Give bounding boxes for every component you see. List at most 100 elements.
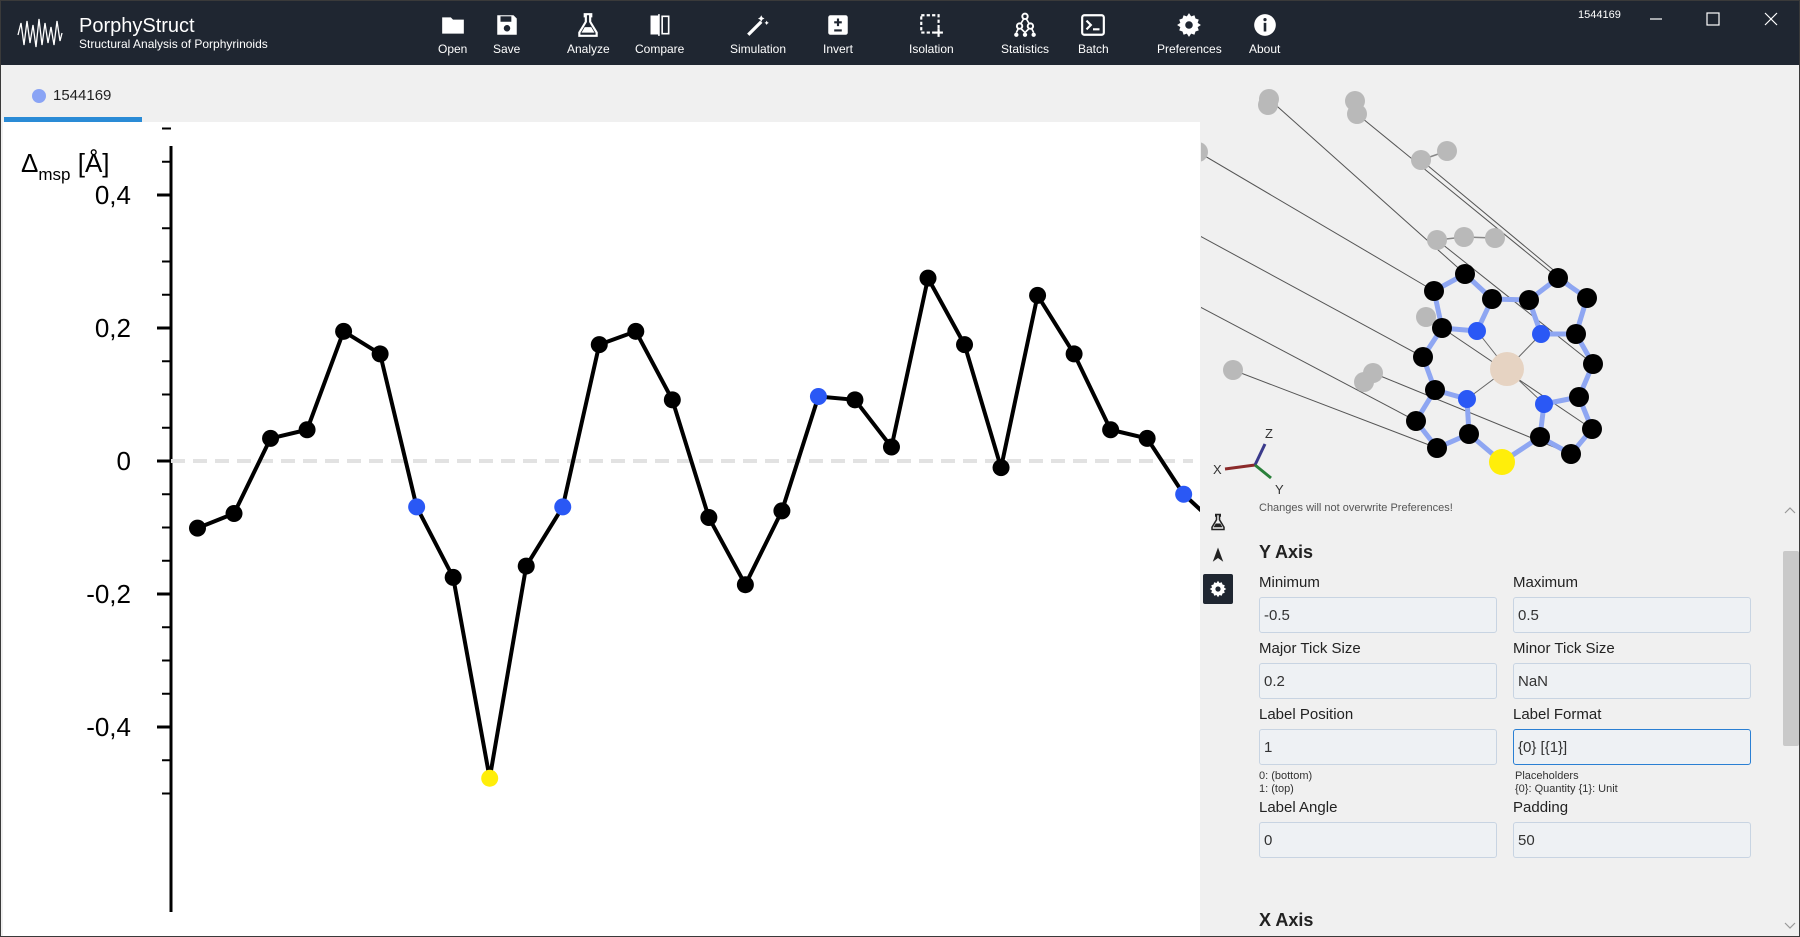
data-point[interactable] <box>809 387 827 405</box>
data-point[interactable] <box>262 429 280 447</box>
compare-button[interactable]: Compare <box>635 11 684 59</box>
data-point[interactable] <box>517 557 535 575</box>
side-settings-button[interactable] <box>1203 574 1233 604</box>
data-point[interactable] <box>481 769 499 787</box>
batch-label: Batch <box>1078 42 1109 56</box>
preferences-button[interactable]: Preferences <box>1157 11 1222 59</box>
data-point[interactable] <box>627 322 645 340</box>
gizmo-z-label: Z <box>1265 426 1273 441</box>
isolation-button[interactable]: Isolation <box>909 11 954 59</box>
data-point[interactable] <box>882 438 900 456</box>
atom <box>1406 411 1426 431</box>
gizmo-y-label: Y <box>1275 482 1284 497</box>
preferences-notice: Changes will not overwrite Preferences! <box>1259 502 1453 514</box>
close-button[interactable] <box>1756 7 1786 31</box>
scroll-up-icon[interactable] <box>1784 505 1796 515</box>
data-point[interactable] <box>1138 429 1156 447</box>
data-point[interactable] <box>298 421 316 439</box>
x-axis-arrow <box>1224 463 1256 471</box>
data-point[interactable] <box>1029 286 1047 304</box>
statistics-button[interactable]: Statistics <box>1001 11 1049 59</box>
gear-icon <box>1209 580 1227 598</box>
arrow-up-icon <box>1212 547 1224 562</box>
minimize-button[interactable] <box>1641 7 1671 31</box>
substituent-bond <box>1201 153 1435 292</box>
major-tick-label: Major Tick Size <box>1259 640 1361 657</box>
window-id: 1544169 <box>1578 9 1621 21</box>
data-point[interactable] <box>408 498 426 516</box>
atom <box>1455 264 1475 284</box>
flask-icon <box>1211 513 1225 531</box>
data-point[interactable] <box>700 509 718 527</box>
data-point[interactable] <box>992 459 1010 477</box>
batch-button[interactable]: Batch <box>1078 11 1109 59</box>
substituent-atom <box>1485 228 1505 248</box>
scroll-thumb[interactable] <box>1783 551 1799 746</box>
compare-label: Compare <box>635 42 685 56</box>
data-point[interactable] <box>846 391 864 409</box>
molecule-hydrogen-bonds <box>1201 89 1594 455</box>
side-navigate-button[interactable] <box>1203 540 1233 570</box>
substituent-atom <box>1345 91 1365 111</box>
minor-tick-input[interactable] <box>1513 663 1751 699</box>
invert-button[interactable]: Invert <box>823 11 853 59</box>
label-format-input[interactable] <box>1513 729 1751 765</box>
plot-area[interactable]: 0,4 0,2 0 -0,2 -0,4 Δmsp [Å] <box>3 122 1200 937</box>
plus-minus-icon <box>828 15 848 35</box>
substituent-atom <box>1454 227 1474 247</box>
save-label: Save <box>493 42 521 56</box>
analyze-button[interactable]: Analyze <box>567 11 610 59</box>
data-point[interactable] <box>225 505 243 523</box>
data-point[interactable] <box>919 269 937 287</box>
data-point[interactable] <box>335 322 353 340</box>
atom <box>1489 449 1515 475</box>
minimum-input[interactable] <box>1259 597 1497 633</box>
settings-scrollbar[interactable] <box>1779 501 1799 936</box>
padding-input[interactable] <box>1513 822 1751 858</box>
atom <box>1468 322 1486 340</box>
data-point[interactable] <box>554 498 572 516</box>
atom <box>1424 281 1444 301</box>
maximize-button[interactable] <box>1698 7 1728 31</box>
data-point[interactable] <box>444 568 462 586</box>
data-point[interactable] <box>590 336 608 354</box>
side-analyze-button[interactable] <box>1203 507 1233 537</box>
atom <box>1569 387 1589 407</box>
substituent-atom <box>1437 141 1457 161</box>
atom <box>1413 347 1433 367</box>
tab-1544169[interactable]: 1544169 <box>4 65 142 122</box>
data-point[interactable] <box>1102 421 1120 439</box>
maximum-input[interactable] <box>1513 597 1751 633</box>
label-format-label: Label Format <box>1513 706 1602 723</box>
data-point[interactable] <box>189 519 206 537</box>
substituent-bond <box>1201 236 1424 358</box>
substituent-atom <box>1354 372 1374 392</box>
y-axis-section-title: Y Axis <box>1259 542 1314 562</box>
displacement-chart[interactable]: 0,4 0,2 0 -0,2 -0,4 Δmsp [Å] <box>3 122 1200 937</box>
data-point[interactable] <box>736 576 754 594</box>
flask-icon <box>578 13 599 37</box>
open-label: Open <box>438 42 468 56</box>
gear-icon <box>1177 13 1202 37</box>
y-tick-labels: 0,4 0,2 0 -0,2 -0,4 <box>86 180 131 742</box>
label-position-input[interactable] <box>1259 729 1497 765</box>
data-point[interactable] <box>663 391 681 409</box>
about-button[interactable]: About <box>1249 11 1280 59</box>
save-button[interactable]: Save <box>493 11 520 59</box>
y-tick-label: 0,4 <box>95 180 131 210</box>
data-point[interactable] <box>1065 345 1083 363</box>
label-angle-input[interactable] <box>1259 822 1497 858</box>
atom <box>1519 290 1539 310</box>
major-tick-input[interactable] <box>1259 663 1497 699</box>
data-point[interactable] <box>773 502 791 520</box>
atom <box>1583 354 1603 374</box>
app-subtitle: Structural Analysis of Porphyrinoids <box>79 37 268 51</box>
simulation-button[interactable]: Simulation <box>730 11 786 59</box>
data-point[interactable] <box>956 336 974 354</box>
data-point[interactable] <box>1175 485 1193 503</box>
label-format-hint-line2: {0}: Quantity {1}: Unit <box>1515 783 1618 795</box>
data-point[interactable] <box>371 345 389 363</box>
open-button[interactable]: Open <box>438 11 467 59</box>
scroll-down-icon[interactable] <box>1784 921 1796 931</box>
molecule-3d-view[interactable]: X Z Y <box>1201 72 1800 502</box>
